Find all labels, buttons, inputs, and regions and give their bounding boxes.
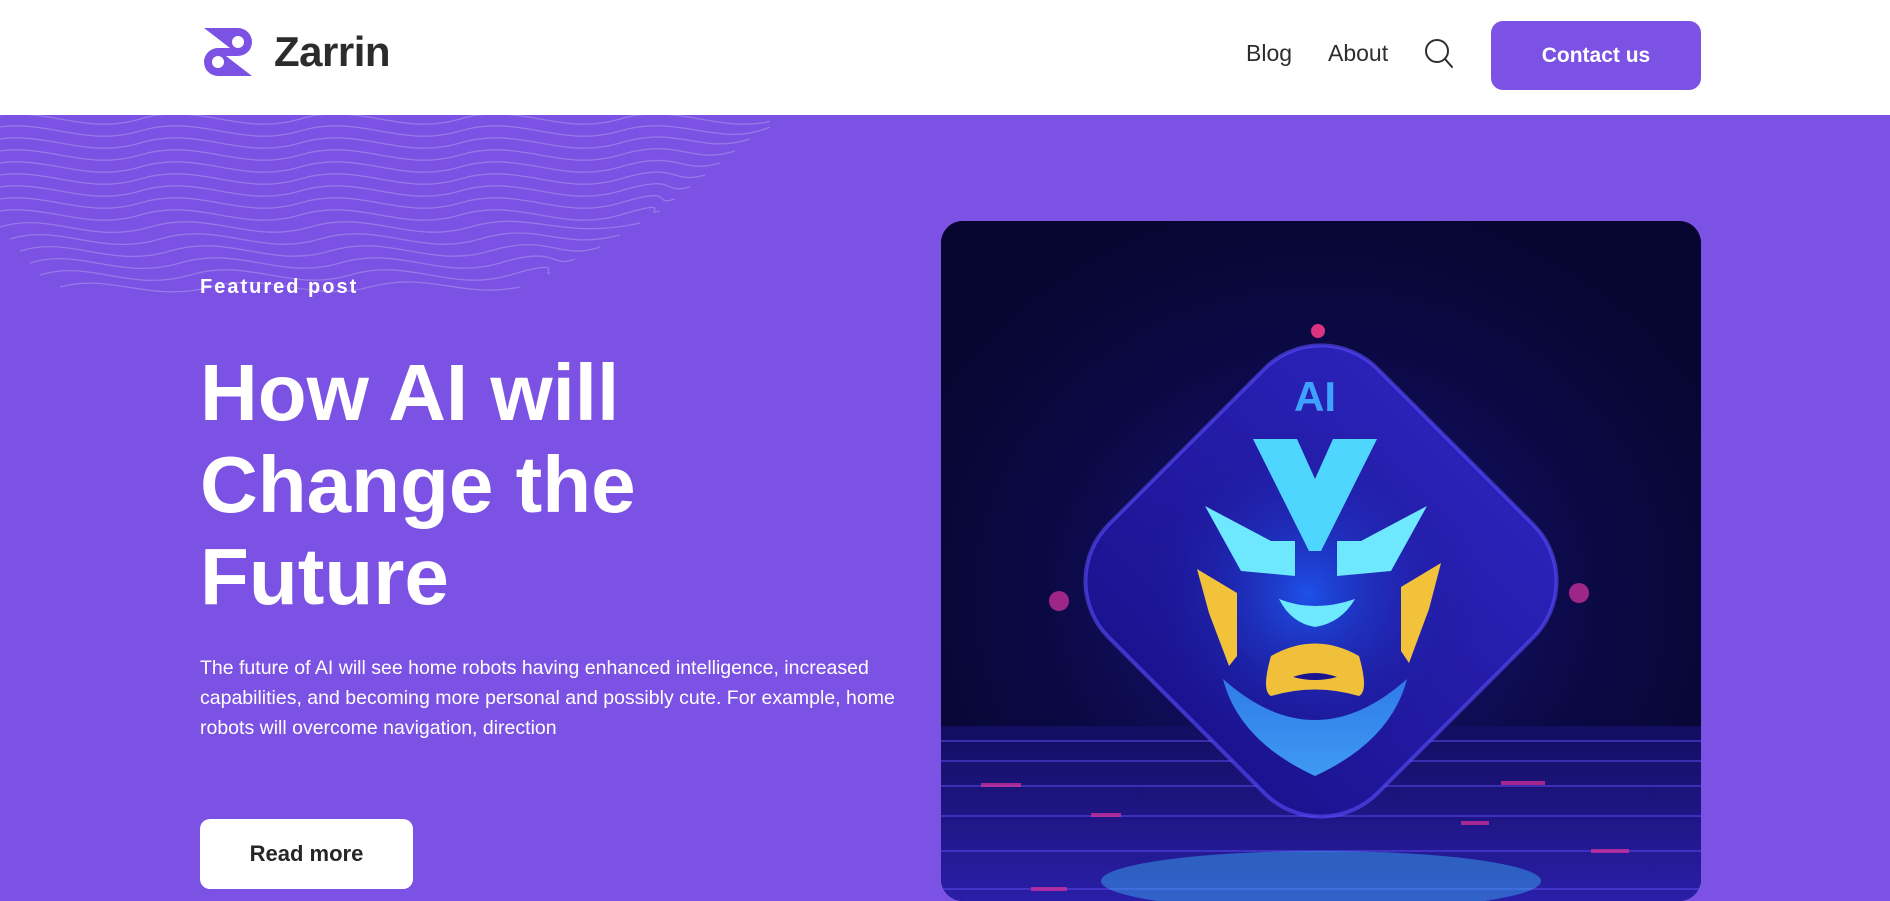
featured-post-hero: Featured post How AI will Change the Fut… <box>0 115 1890 901</box>
read-more-button[interactable]: Read more <box>200 819 413 889</box>
brand-logo[interactable]: Zarrin <box>200 24 391 80</box>
ai-badge-text: AI <box>1294 373 1336 420</box>
post-excerpt: The future of AI will see home robots ha… <box>200 657 895 739</box>
featured-post-label: Featured post <box>200 276 359 298</box>
brand-name: Zarrin <box>274 28 391 75</box>
post-title[interactable]: How AI will Change the Future <box>200 347 900 623</box>
search-button[interactable] <box>1424 38 1454 70</box>
nav-link-blog[interactable]: Blog <box>1246 40 1292 67</box>
wave-pattern-decoration <box>0 115 770 293</box>
nav-link-about[interactable]: About <box>1328 40 1388 67</box>
search-icon <box>1425 39 1453 68</box>
contact-us-button[interactable]: Contact us <box>1491 21 1701 90</box>
site-header: Zarrin Blog About Contact us <box>0 0 1890 115</box>
ai-robot-face-illustration: AI <box>941 221 1701 901</box>
featured-post-image[interactable]: AI <box>941 221 1701 901</box>
zarrin-logo-icon <box>204 28 252 76</box>
